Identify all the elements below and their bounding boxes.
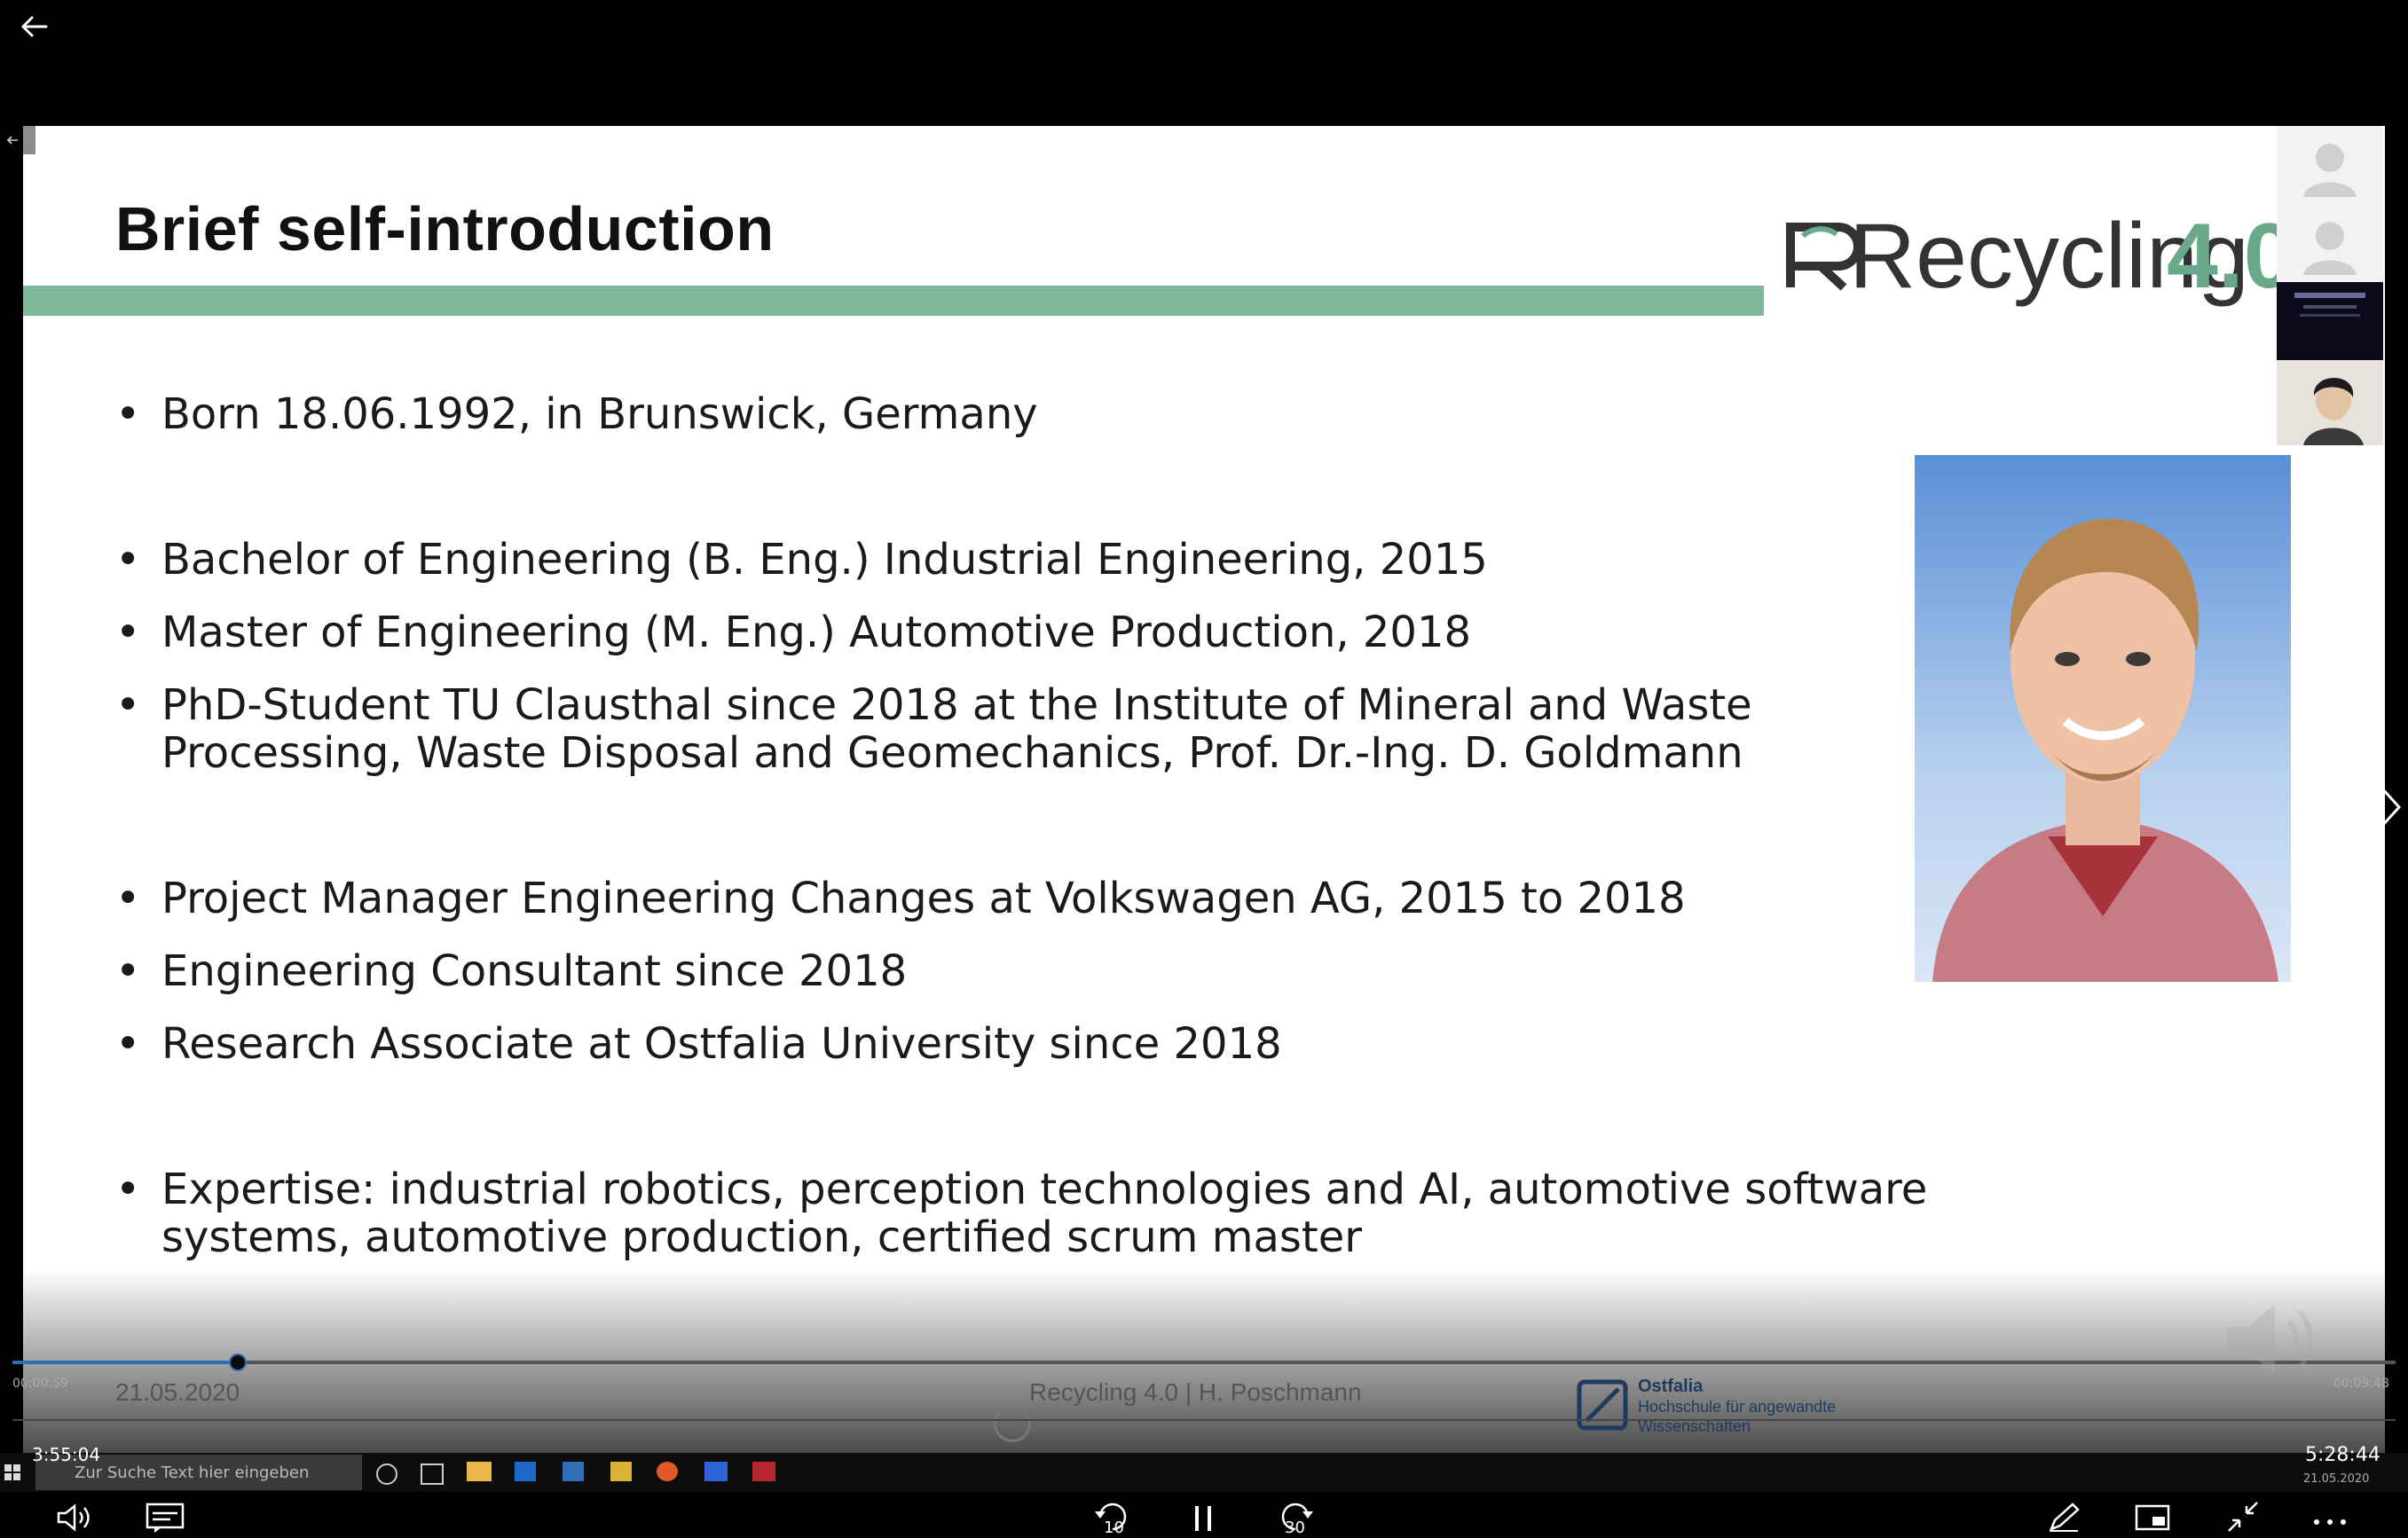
ostfalia-logo-icon bbox=[1576, 1378, 1629, 1432]
back-arrow-icon[interactable] bbox=[16, 9, 51, 44]
next-slide-chevron-icon[interactable] bbox=[2374, 781, 2406, 834]
overlay-clock-left: 3:55:04 bbox=[32, 1444, 101, 1465]
task-view-icon[interactable] bbox=[421, 1463, 444, 1485]
cortana-icon[interactable] bbox=[376, 1463, 397, 1485]
participant-strip bbox=[2277, 126, 2383, 445]
volume-icon[interactable] bbox=[57, 1503, 96, 1533]
logo-version: 4.0 bbox=[2167, 205, 2282, 308]
inner-progress-track[interactable] bbox=[12, 1361, 2396, 1364]
windows-start-icon[interactable] bbox=[4, 1463, 21, 1481]
inner-progress-knob[interactable] bbox=[229, 1354, 247, 1371]
muted-speaker-icon bbox=[2218, 1286, 2325, 1393]
slide-edge-marker bbox=[23, 126, 35, 154]
file-explorer-icon[interactable] bbox=[467, 1462, 492, 1481]
app-icon[interactable] bbox=[610, 1462, 632, 1481]
slide-footer-center: Recycling 4.0 | H. Poschmann bbox=[1029, 1378, 1362, 1406]
recycling-logo: Recycling 4.0 bbox=[1785, 202, 2295, 318]
rewind-10-icon[interactable]: 10 bbox=[1091, 1499, 1136, 1537]
inner-total-time: 00:09:48 bbox=[2333, 1377, 2389, 1391]
zoom-icon[interactable] bbox=[704, 1462, 728, 1481]
more-icon[interactable] bbox=[2312, 1513, 2348, 1525]
overlay-clock-right: 5:28:44 bbox=[2305, 1444, 2380, 1466]
powerpoint-icon[interactable] bbox=[752, 1462, 775, 1481]
outlook-icon[interactable] bbox=[515, 1462, 536, 1481]
title-underline-bar bbox=[23, 286, 1764, 316]
taskbar-search-placeholder: Zur Suche Text hier eingeben bbox=[75, 1463, 310, 1482]
miniplayer-icon[interactable] bbox=[2135, 1504, 2170, 1531]
ostfalia-sub-1: Hochschule für angewandte bbox=[1638, 1398, 1837, 1416]
slide-title: Brief self-introduction bbox=[115, 194, 775, 263]
slide-footer-date: 21.05.2020 bbox=[115, 1378, 240, 1406]
forward-30-icon[interactable]: 30 bbox=[1272, 1499, 1317, 1537]
presenter-photo bbox=[1915, 455, 2291, 982]
pen-icon[interactable] bbox=[2046, 1501, 2081, 1533]
app-icon[interactable] bbox=[563, 1462, 584, 1481]
participant-tile[interactable] bbox=[2277, 360, 2383, 445]
firefox-icon[interactable] bbox=[657, 1462, 678, 1481]
outer-seek-knob[interactable] bbox=[994, 1405, 1031, 1442]
inner-progress-fill bbox=[12, 1361, 236, 1364]
participant-tile[interactable] bbox=[2277, 282, 2383, 360]
slide-back-icon[interactable] bbox=[5, 133, 20, 147]
participant-tile[interactable] bbox=[2277, 126, 2383, 204]
captions-icon[interactable] bbox=[146, 1503, 185, 1533]
outer-seek-track[interactable] bbox=[12, 1419, 2396, 1421]
top-bar bbox=[0, 0, 2408, 126]
recycling-logo-mark-icon bbox=[1786, 223, 1862, 291]
svg-text:10: 10 bbox=[1104, 1518, 1124, 1534]
ostfalia-name: Ostfalia bbox=[1638, 1377, 1704, 1396]
inner-elapsed-time: 00:00:59 bbox=[12, 1377, 68, 1391]
participant-tile[interactable] bbox=[2277, 204, 2383, 282]
pause-icon[interactable] bbox=[1192, 1504, 1216, 1533]
svg-text:30: 30 bbox=[1285, 1518, 1305, 1534]
taskbar-date: 21.05.2020 bbox=[2303, 1472, 2370, 1486]
exit-fullscreen-icon[interactable] bbox=[2225, 1499, 2261, 1534]
